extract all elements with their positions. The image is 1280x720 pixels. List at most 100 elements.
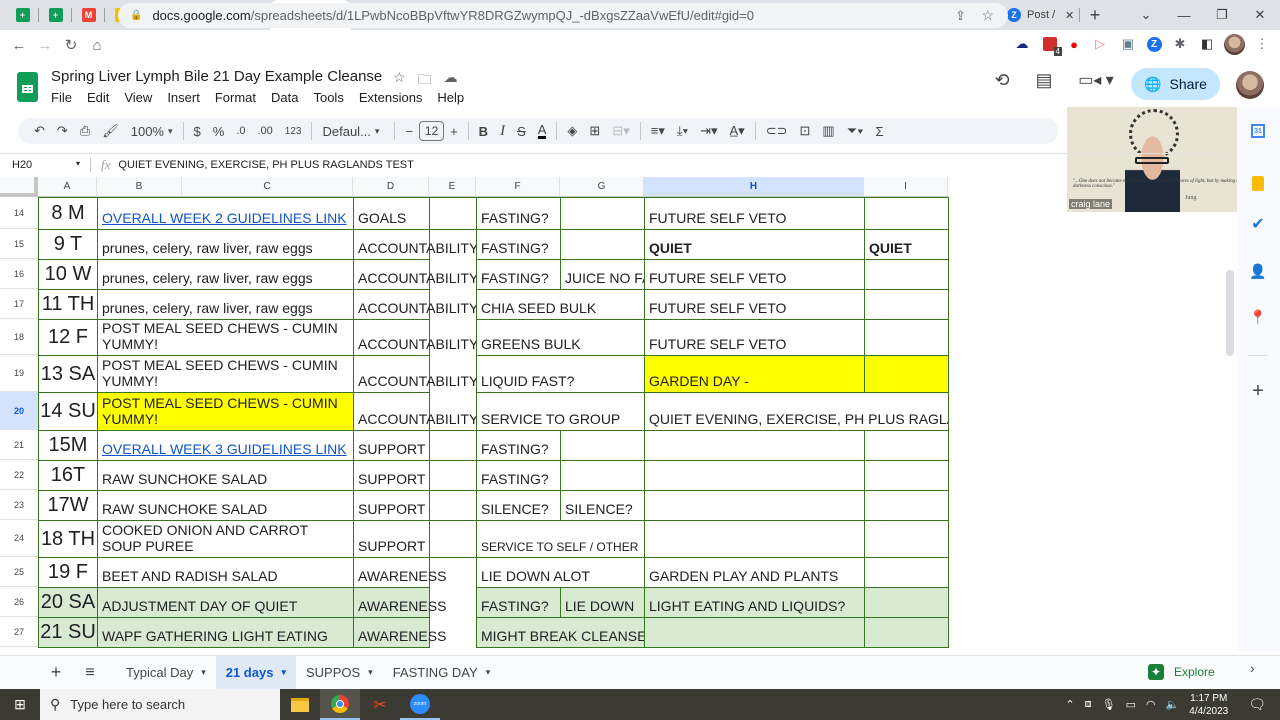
decrease-font-size-button[interactable]: − [405, 124, 413, 139]
sheets-logo-icon[interactable] [17, 72, 38, 102]
share-page-icon[interactable]: ⇪ [955, 8, 966, 24]
calendar-icon[interactable]: 31 [1250, 123, 1266, 139]
snipping-tool-icon[interactable]: ✂ [360, 689, 400, 720]
i-cell[interactable] [864, 557, 949, 588]
day-cell[interactable]: 21 SU [38, 617, 98, 648]
menu-help[interactable]: Help [437, 90, 464, 105]
h-cell[interactable]: FUTURE SELF VETO [644, 319, 865, 356]
g-cell[interactable] [560, 460, 645, 491]
menu-edit[interactable]: Edit [87, 90, 109, 105]
e-cell[interactable] [429, 460, 477, 491]
row-header[interactable]: 27 [0, 617, 38, 647]
increase-font-size-button[interactable]: + [450, 124, 458, 139]
account-avatar[interactable] [1236, 71, 1264, 99]
day-cell[interactable]: 9 T [38, 229, 98, 260]
day-cell[interactable]: 20 SA [38, 587, 98, 618]
decrease-decimal-button[interactable]: .0 [236, 125, 245, 137]
focus-cell[interactable]: SUPPORT [353, 520, 430, 558]
activity-cell[interactable]: SILENCE? [476, 490, 561, 521]
g-cell[interactable] [560, 430, 645, 461]
focus-cell[interactable]: ACCOUNTABILITY [353, 319, 478, 356]
activity-cell[interactable]: SERVICE TO GROUP [476, 392, 645, 431]
i-cell[interactable] [864, 259, 949, 290]
sheet-tab[interactable]: SUPPOS ▾ [296, 656, 383, 690]
side-panel-icon[interactable]: ◧ [1197, 34, 1217, 54]
maximize-button[interactable]: ❐ [1202, 0, 1242, 30]
column-header-i[interactable]: I [864, 177, 948, 197]
pinned-tab[interactable]: M [72, 0, 105, 30]
pinned-tab[interactable]: + [39, 0, 72, 30]
microphone-icon[interactable]: 🎙 [1102, 698, 1116, 711]
i-cell[interactable] [864, 197, 949, 230]
focus-cell[interactable]: SUPPORT [353, 460, 430, 491]
text-rotation-icon[interactable]: A̲▾ [730, 123, 745, 139]
activity-cell[interactable]: MIGHT BREAK CLEANSE? [476, 617, 654, 648]
i-cell[interactable] [864, 430, 949, 461]
font-size-input[interactable]: 12 [419, 121, 445, 141]
menu-file[interactable]: File [51, 90, 72, 105]
day-cell[interactable]: 11 TH [38, 289, 98, 320]
food-cell[interactable]: POST MEAL SEED CHEWS - CUMIN YUMMY! [97, 392, 354, 431]
e-cell[interactable] [429, 197, 477, 230]
fill-color-icon[interactable]: ◈ [567, 123, 577, 139]
chrome-taskbar-icon[interactable] [320, 689, 360, 720]
tab-search-icon[interactable]: ⌄ [1126, 0, 1166, 30]
comments-icon[interactable]: ▤ [1032, 70, 1056, 91]
zoho-extension-icon[interactable]: Z [1144, 34, 1164, 54]
formula-input[interactable]: QUIET EVENING, EXERCISE, PH PLUS RAGLAND… [118, 159, 413, 171]
meet-icon[interactable]: ▭◂ ▾ [1076, 70, 1116, 90]
bookmark-star-icon[interactable]: ☆ [981, 7, 994, 24]
text-color-button[interactable]: A [537, 123, 547, 139]
cloud-extension-icon[interactable]: ☁ [1012, 34, 1032, 54]
system-clock[interactable]: 1:17 PM 4/4/2023 [1189, 692, 1228, 718]
sheet-tab[interactable]: FASTING DAY ▾ [383, 656, 501, 690]
focus-cell[interactable]: ACCOUNTABILITY [353, 289, 478, 320]
back-icon[interactable]: ← [6, 37, 32, 54]
activity-cell[interactable]: FASTING? [476, 197, 561, 230]
chrome-menu-icon[interactable]: ⋮ [1252, 34, 1272, 54]
row-header[interactable]: 21 [0, 430, 38, 460]
close-tab-icon[interactable]: ✕ [1065, 9, 1074, 22]
food-cell[interactable]: WAPF GATHERING LIGHT EATING [97, 617, 354, 648]
windows-start-button[interactable]: ⊞ [0, 689, 40, 720]
taskbar-search[interactable]: ⚲ Type here to search [40, 689, 280, 720]
calendar-extension-icon[interactable]: 4 [1040, 34, 1062, 56]
tasks-icon[interactable]: ✔ [1250, 216, 1266, 233]
sheet-tab[interactable]: Typical Day ▾ [116, 656, 216, 690]
extensions-puzzle-icon[interactable]: ✱ [1170, 34, 1190, 54]
activity-cell[interactable]: FASTING? [476, 229, 561, 260]
i-cell[interactable] [864, 460, 949, 491]
row-header[interactable]: 16 [0, 259, 38, 289]
day-cell[interactable]: 15M [38, 430, 98, 461]
menu-tools[interactable]: Tools [313, 90, 343, 105]
contacts-icon[interactable]: 👤 [1249, 263, 1266, 279]
activity-cell[interactable]: CHIA SEED BULK [476, 289, 645, 320]
wifi-icon[interactable]: ◠ [1146, 698, 1156, 711]
h-cell[interactable]: LIGHT EATING AND LIQUIDS? [644, 587, 865, 618]
cast-extension-icon[interactable]: ▷ [1090, 34, 1110, 54]
home-icon[interactable]: ⌂ [84, 37, 110, 54]
i-cell[interactable] [864, 355, 949, 393]
percent-format-button[interactable]: % [213, 124, 225, 139]
food-cell[interactable]: OVERALL WEEK 2 GUIDELINES LINK [97, 197, 354, 230]
show-hidden-icons[interactable]: ⌃ [1065, 698, 1074, 711]
redo-icon[interactable]: ↷ [57, 123, 68, 139]
forward-icon[interactable]: → [32, 37, 58, 54]
activity-cell[interactable]: FASTING? [476, 587, 561, 618]
food-cell[interactable]: RAW SUNCHOKE SALAD [97, 490, 354, 521]
volume-icon[interactable]: 🔈 [1166, 698, 1180, 711]
column-header-f[interactable]: F [476, 177, 560, 197]
increase-decimal-button[interactable]: .00 [258, 125, 273, 137]
g-cell[interactable]: JUICE NO FA [560, 259, 645, 290]
file-explorer-icon[interactable] [280, 689, 320, 720]
filter-icon[interactable]: ⏷▾ [847, 123, 864, 139]
food-cell[interactable]: COOKED ONION AND CARROT SOUP PUREE [97, 520, 354, 558]
h-cell[interactable]: QUIET EVENING, EXERCISE, PH PLUS RAGLAND… [644, 392, 949, 431]
sheet-tab[interactable]: 21 days ▾ [215, 655, 296, 690]
column-header-a[interactable]: A [38, 177, 97, 197]
notifications-icon[interactable]: 🗨 [1248, 696, 1266, 713]
h-cell[interactable]: FUTURE SELF VETO [644, 259, 865, 290]
print-icon[interactable]: ⎙ [80, 123, 90, 139]
h-cell[interactable] [644, 520, 865, 558]
activity-cell[interactable]: LIQUID FAST? [476, 355, 645, 393]
